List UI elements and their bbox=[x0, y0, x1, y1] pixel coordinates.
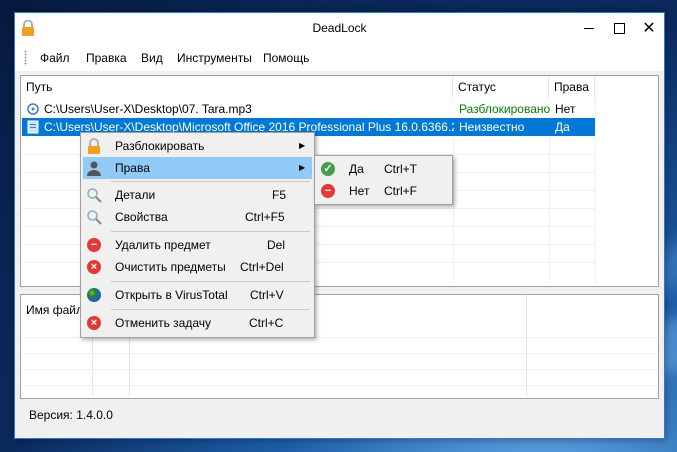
grid-line bbox=[22, 385, 657, 386]
menu-item-label: Отменить задачу bbox=[115, 316, 212, 330]
shortcut-label: Ctrl+F5 bbox=[245, 210, 285, 224]
submenu-arrow-icon: ▶ bbox=[299, 163, 306, 172]
grid-line bbox=[526, 295, 527, 396]
menu-item-unlock[interactable]: Разблокировать ▶ bbox=[83, 135, 312, 157]
menu-separator bbox=[111, 281, 310, 282]
menu-tools[interactable]: Инструменты bbox=[177, 51, 252, 65]
audio-file-icon bbox=[27, 103, 39, 115]
submenu-item-yes[interactable]: ✓ Да Ctrl+T bbox=[317, 158, 450, 180]
row-status: Разблокировано bbox=[459, 102, 550, 116]
delete-icon: − bbox=[86, 237, 102, 253]
magnifier-icon bbox=[87, 210, 102, 225]
menu-item-label: Да bbox=[349, 162, 364, 176]
table-row[interactable]: C:\Users\User-X\Desktop\07. Tara.mp3 Раз… bbox=[22, 100, 596, 118]
title-bar[interactable]: DeadLock ✕ bbox=[15, 13, 664, 43]
row-status: Неизвестно bbox=[459, 120, 525, 134]
submenu-item-no[interactable]: − Нет Ctrl+F bbox=[317, 180, 450, 202]
menu-item-label: Свойства bbox=[115, 210, 168, 224]
grid-line bbox=[22, 369, 657, 370]
user-icon bbox=[87, 161, 101, 176]
menu-item-virustotal[interactable]: Открыть в VirusTotal Ctrl+V bbox=[83, 284, 312, 306]
grid-line bbox=[22, 353, 657, 354]
menu-item-clear[interactable]: × Очистить предметы Ctrl+Del bbox=[83, 256, 312, 278]
grid-line bbox=[453, 136, 454, 284]
menu-view[interactable]: Вид bbox=[141, 51, 163, 65]
menu-item-label: Детали bbox=[115, 188, 156, 202]
rights-submenu: ✓ Да Ctrl+T − Нет Ctrl+F bbox=[314, 155, 453, 205]
menu-help[interactable]: Помощь bbox=[263, 51, 309, 65]
minimize-button[interactable] bbox=[574, 13, 604, 43]
grid-line bbox=[549, 136, 550, 284]
magnifier-icon bbox=[87, 188, 102, 203]
deny-icon: − bbox=[320, 183, 336, 199]
menu-bar: Файл Правка Вид Инструменты Помощь bbox=[15, 43, 664, 71]
menu-separator bbox=[111, 309, 310, 310]
check-icon: ✓ bbox=[320, 161, 336, 177]
toolbar-grip[interactable] bbox=[24, 50, 27, 66]
menu-item-properties[interactable]: Свойства Ctrl+F5 bbox=[83, 206, 312, 228]
shortcut-label: Ctrl+Del bbox=[240, 260, 284, 274]
menu-separator bbox=[111, 231, 310, 232]
clear-icon: × bbox=[86, 259, 102, 275]
minimize-icon bbox=[584, 27, 594, 29]
window-title: DeadLock bbox=[312, 21, 367, 35]
menu-separator bbox=[111, 181, 310, 182]
grid-line bbox=[595, 98, 596, 284]
shortcut-label: Ctrl+V bbox=[250, 288, 284, 302]
menu-edit[interactable]: Правка bbox=[86, 51, 127, 65]
row-rights: Да bbox=[555, 120, 570, 134]
maximize-icon bbox=[613, 22, 625, 34]
submenu-arrow-icon: ▶ bbox=[299, 141, 306, 150]
menu-item-label: Нет bbox=[349, 184, 370, 198]
globe-icon bbox=[86, 287, 102, 303]
shortcut-label: Ctrl+T bbox=[384, 162, 417, 176]
shortcut-label: F5 bbox=[272, 188, 287, 202]
menu-item-cancel[interactable]: × Отменить задачу Ctrl+C bbox=[83, 312, 312, 334]
row-path: C:\Users\User-X\Desktop\07. Tara.mp3 bbox=[44, 102, 252, 116]
menu-item-label: Разблокировать bbox=[115, 139, 205, 153]
shortcut-label: Del bbox=[267, 238, 286, 252]
close-button[interactable]: ✕ bbox=[634, 13, 664, 43]
version-label: Версия: 1.4.0.0 bbox=[29, 408, 113, 422]
menu-item-rights[interactable]: Права ▶ bbox=[83, 157, 312, 179]
menu-item-details[interactable]: Детали F5 bbox=[83, 184, 312, 206]
cancel-icon: × bbox=[86, 315, 102, 331]
row-rights: Нет bbox=[555, 102, 576, 116]
menu-item-label: Права bbox=[115, 161, 150, 175]
context-menu: Разблокировать ▶ Права ▶ Детали F5 Свойс… bbox=[80, 132, 315, 338]
column-header-path[interactable]: Путь bbox=[21, 76, 453, 98]
disc-image-icon bbox=[27, 120, 39, 134]
column-header-rights[interactable]: Права bbox=[549, 76, 595, 98]
shortcut-label: Ctrl+F bbox=[384, 184, 417, 198]
shortcut-label: Ctrl+C bbox=[249, 316, 284, 330]
menu-file[interactable]: Файл bbox=[40, 51, 70, 65]
padlock-icon bbox=[88, 138, 100, 154]
close-icon: ✕ bbox=[642, 20, 656, 37]
column-header-status[interactable]: Статус bbox=[453, 76, 549, 98]
menu-item-label: Открыть в VirusTotal bbox=[115, 288, 228, 302]
menu-item-delete[interactable]: − Удалить предмет Del bbox=[83, 234, 312, 256]
menu-item-label: Удалить предмет bbox=[115, 238, 211, 252]
maximize-button[interactable] bbox=[604, 13, 634, 43]
menu-item-label: Очистить предметы bbox=[115, 260, 226, 274]
